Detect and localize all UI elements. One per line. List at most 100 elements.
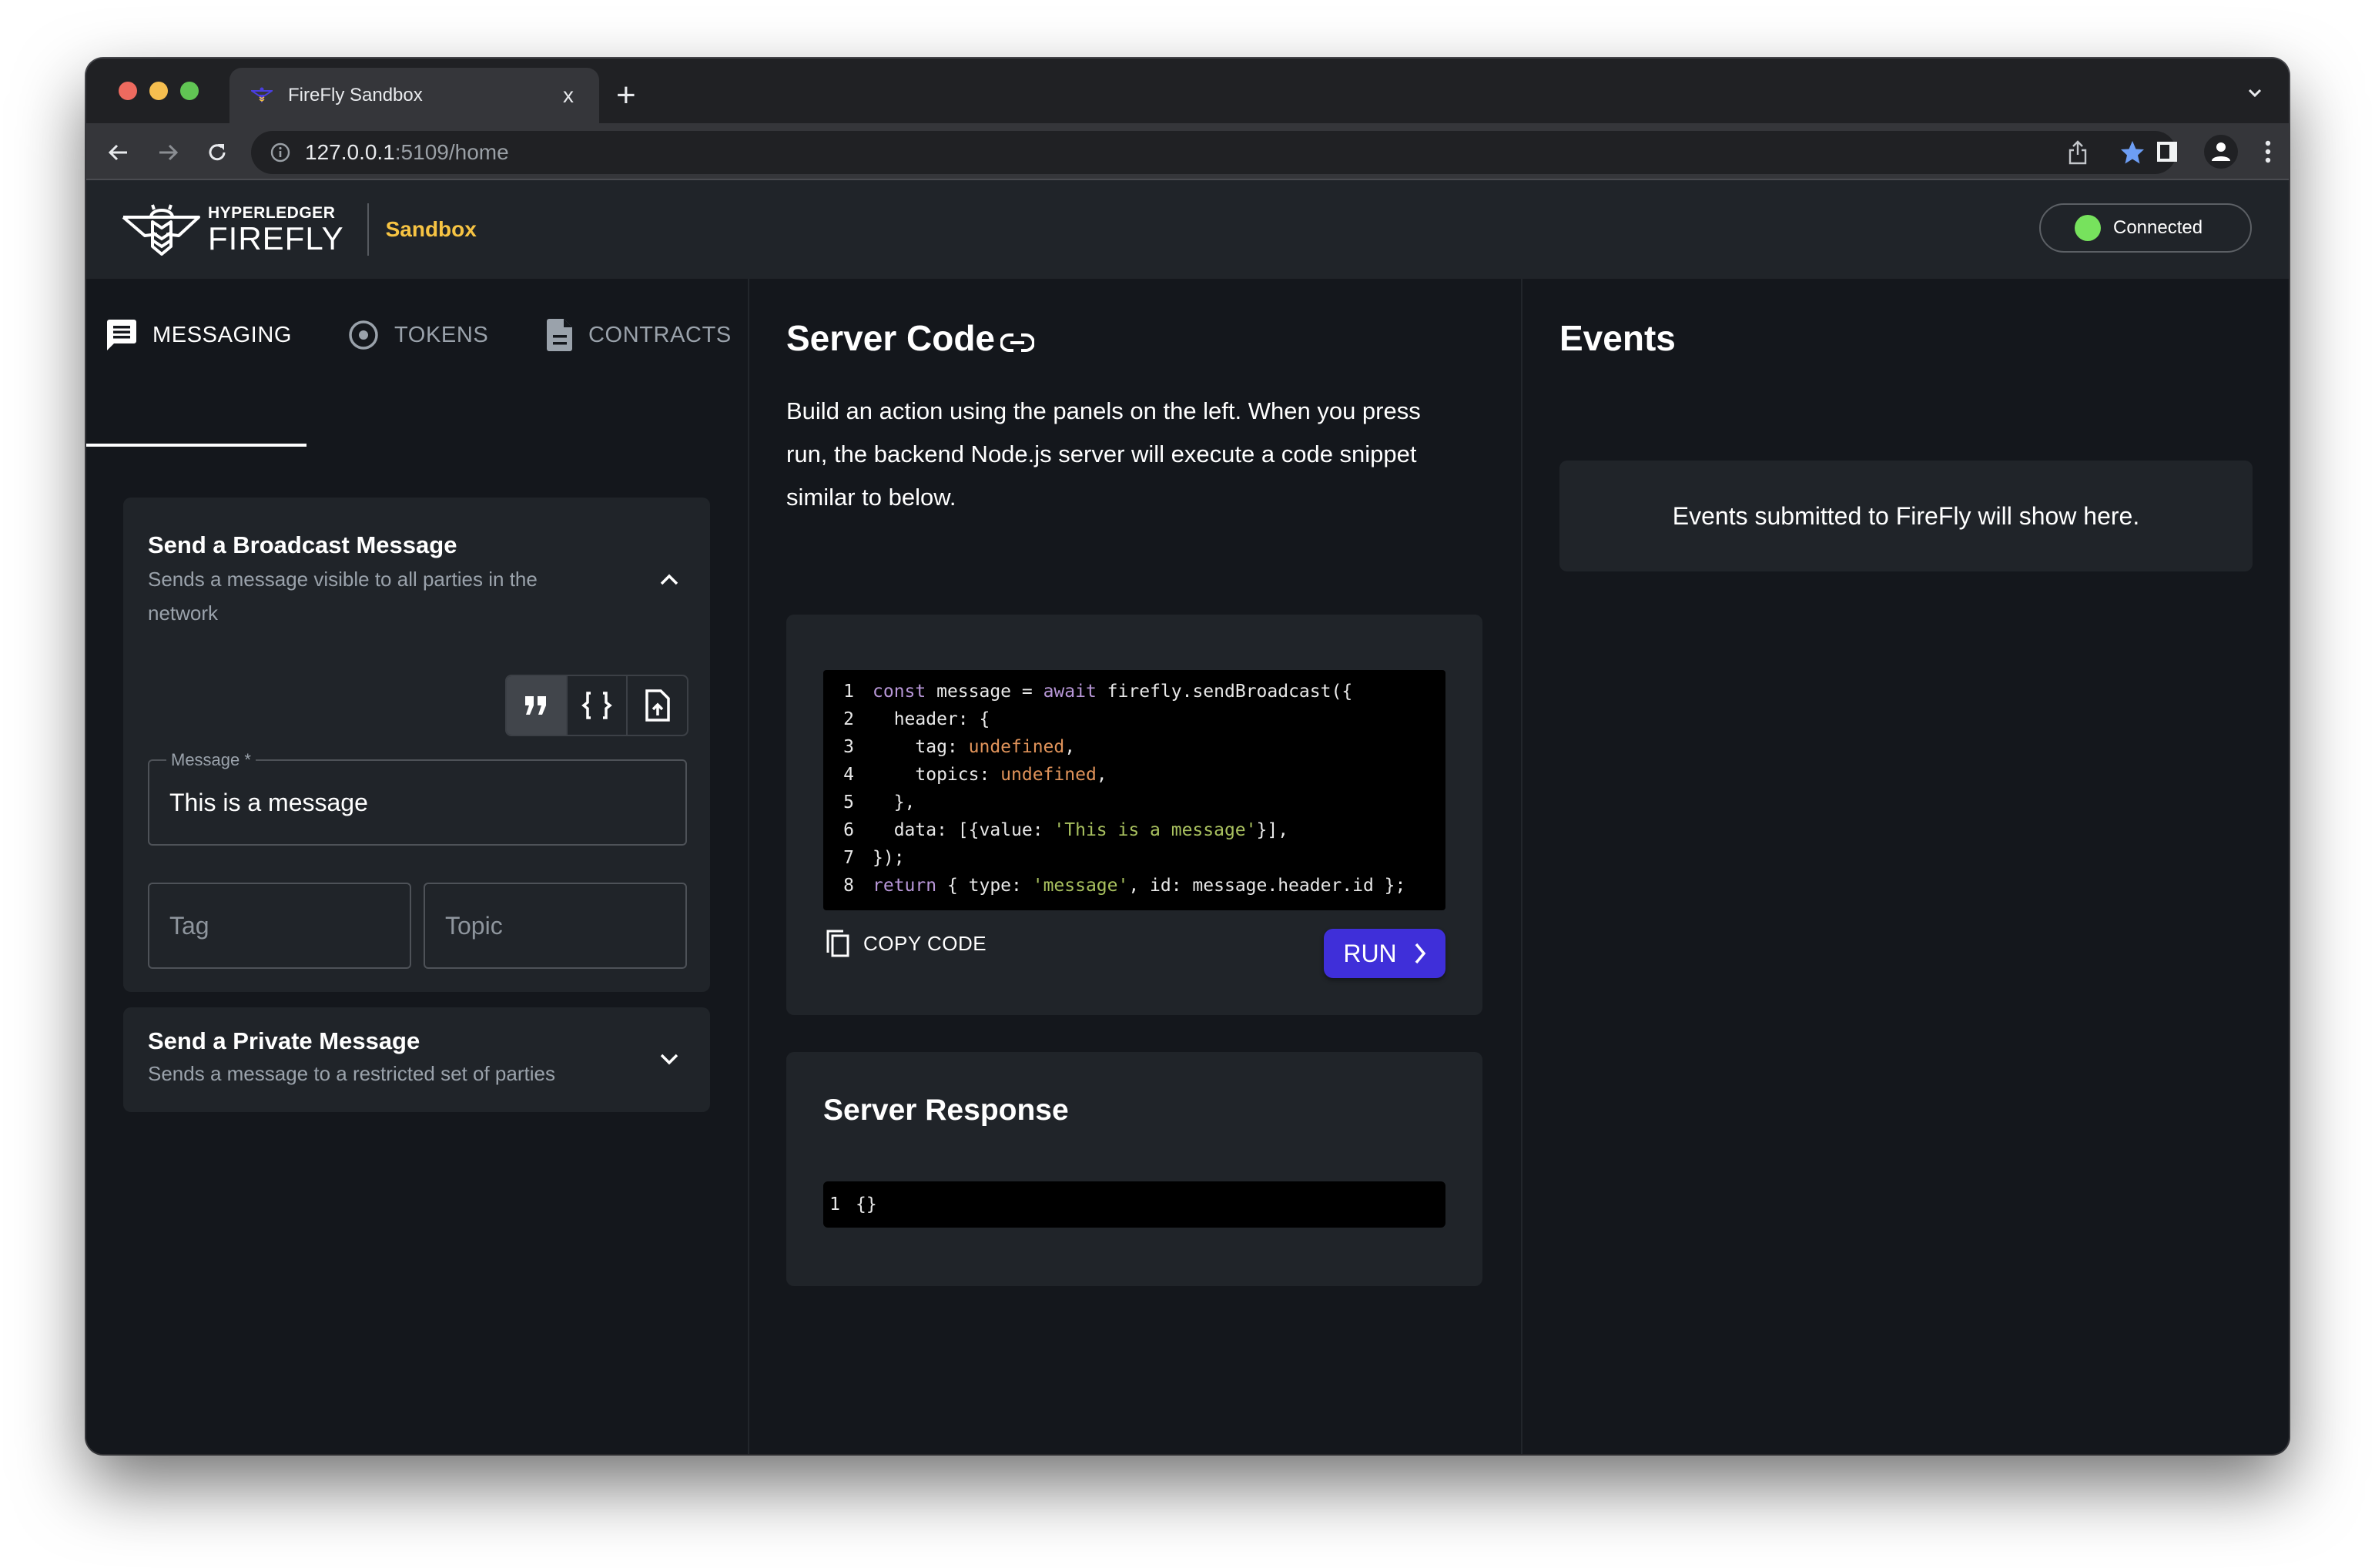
server-response-title: Server Response	[823, 1094, 1069, 1127]
tab-messaging-label: MESSAGING	[152, 322, 293, 347]
run-label: RUN	[1343, 939, 1397, 967]
browser-tab-strip: FireFly Sandbox x +	[86, 59, 2289, 123]
format-json-button[interactable]	[568, 676, 628, 735]
more-vertical-icon[interactable]	[2264, 139, 2272, 164]
code-editor[interactable]: 1 const message = await firefly.sendBroad…	[823, 670, 1445, 910]
browser-tab-active[interactable]: FireFly Sandbox x	[229, 68, 599, 123]
wordmark: HYPERLEDGER FIREFLY	[208, 205, 344, 255]
new-tab-button[interactable]: +	[616, 74, 636, 117]
active-tab-indicator	[86, 444, 307, 447]
line-number: 8	[843, 876, 854, 896]
left-panel: MESSAGING TOKENS CONTRACTS Send a Broadc…	[86, 279, 748, 1454]
firefly-logo[interactable]: HYPERLEDGER FIREFLY Sandbox	[122, 197, 477, 262]
share-icon[interactable]	[2067, 139, 2089, 166]
code-line: 7});	[823, 844, 1445, 872]
tab-tokens[interactable]: TOKENS	[348, 316, 488, 354]
code-line: 1{}	[823, 1191, 1445, 1218]
topic-field	[424, 883, 687, 969]
curly-braces-icon	[581, 692, 612, 719]
copy-code-button[interactable]: COPY CODE	[826, 930, 987, 957]
profile-avatar[interactable]	[2204, 135, 2238, 169]
connection-status-text: Connected	[2113, 217, 2203, 238]
line-number: 1	[829, 1194, 840, 1215]
line-number: 4	[843, 765, 854, 785]
link-icon[interactable]	[1000, 333, 1034, 353]
maximize-window-button[interactable]	[180, 82, 199, 100]
tab-contracts[interactable]: CONTRACTS	[547, 316, 732, 354]
chevron-down-icon[interactable]	[658, 1047, 681, 1070]
broadcast-title: Send a Broadcast Message	[148, 531, 457, 558]
arrow-right-icon	[159, 144, 179, 161]
url-path: :5109/home	[394, 140, 509, 164]
response-viewer[interactable]: 1{}	[823, 1181, 1445, 1228]
code-card: 1 const message = await firefly.sendBroad…	[786, 615, 1482, 1015]
connection-status-badge[interactable]: Connected	[2039, 203, 2252, 253]
run-button[interactable]: RUN	[1324, 929, 1445, 978]
line-number: 3	[843, 737, 854, 757]
description-line: similar to below.	[786, 484, 956, 511]
url-host: 127.0.0.1	[305, 140, 395, 164]
browser-window: FireFly Sandbox x + 127.0.0.1:5109/home	[86, 59, 2289, 1454]
document-icon	[547, 319, 572, 351]
line-number: 1	[843, 682, 854, 702]
message-input[interactable]	[169, 761, 675, 844]
tab-search-chevron-icon[interactable]	[2244, 82, 2266, 103]
events-panel: Events Events submitted to FireFly will …	[1522, 279, 2289, 1454]
server-response-card: Server Response 1{}	[786, 1052, 1482, 1286]
server-code-description: Build an action using the panels on the …	[786, 390, 1421, 519]
line-number: 6	[843, 820, 854, 840]
minimize-window-button[interactable]	[149, 82, 168, 100]
reload-button[interactable]	[202, 137, 233, 168]
app-header: HYPERLEDGER FIREFLY Sandbox Connected	[86, 180, 2289, 279]
quote-icon	[525, 696, 547, 715]
message-field: Message *	[148, 750, 687, 846]
firefly-bee-icon	[122, 204, 200, 256]
line-number: 5	[843, 792, 854, 812]
browser-tab-title: FireFly Sandbox	[288, 85, 423, 106]
bookmark-star-icon[interactable]	[2119, 139, 2146, 166]
brand-firefly: FIREFLY	[208, 219, 344, 256]
side-panel-icon[interactable]	[2156, 141, 2178, 162]
firefly-favicon-icon	[251, 87, 273, 103]
connection-indicator	[2075, 215, 2101, 241]
address-bar[interactable]: 127.0.0.1:5109/home	[251, 131, 2176, 174]
topic-input[interactable]	[445, 884, 675, 967]
close-window-button[interactable]	[119, 82, 137, 100]
back-button[interactable]	[103, 137, 134, 168]
arrow-left-icon	[108, 144, 127, 161]
message-format-toggle	[505, 675, 688, 736]
private-title: Send a Private Message	[148, 1027, 420, 1054]
category-tabs: MESSAGING TOKENS CONTRACTS	[86, 279, 748, 391]
forward-button[interactable]	[152, 137, 183, 168]
tag-input[interactable]	[169, 884, 399, 967]
format-file-upload-button[interactable]	[628, 676, 687, 735]
broadcast-accordion-header[interactable]: Send a Broadcast Message Sends a message…	[123, 498, 710, 652]
events-empty-state: Events submitted to FireFly will show he…	[1559, 461, 2253, 571]
broadcast-subtitle-line2: network	[148, 601, 219, 625]
site-info-icon[interactable]	[270, 142, 291, 163]
description-line: Build an action using the panels on the …	[786, 397, 1421, 424]
private-subtitle: Sends a message to a restricted set of p…	[148, 1062, 555, 1085]
tab-messaging[interactable]: MESSAGING	[106, 316, 292, 354]
description-line: run, the backend Node.js server will exe…	[786, 441, 1417, 467]
token-icon	[349, 320, 378, 350]
close-tab-icon[interactable]: x	[556, 83, 581, 108]
code-line: 8 return { type: 'message', id: message.h…	[823, 872, 1445, 900]
tab-tokens-label: TOKENS	[394, 322, 489, 347]
private-message-card[interactable]: Send a Private Message Sends a message t…	[123, 1007, 710, 1112]
broadcast-message-card: Send a Broadcast Message Sends a message…	[123, 498, 710, 992]
line-number: 7	[843, 848, 854, 868]
line-number: 2	[843, 709, 854, 729]
broadcast-subtitle-line1: Sends a message visible to all parties i…	[148, 568, 538, 591]
copy-icon	[826, 930, 849, 957]
omnibox-actions	[2067, 139, 2146, 166]
code-line: 2 header: {	[823, 705, 1445, 733]
chevron-up-icon[interactable]	[658, 568, 681, 591]
format-string-button[interactable]	[507, 676, 568, 735]
browser-toolbar: 127.0.0.1:5109/home	[86, 123, 2289, 180]
person-icon	[2212, 142, 2230, 161]
code-line: 3 tag: undefined,	[823, 733, 1445, 761]
events-empty-text: Events submitted to FireFly will show he…	[1672, 502, 2140, 530]
code-line: 6 data: [{value: 'This is a message'}],	[823, 816, 1445, 844]
events-title: Events	[1559, 318, 1676, 358]
